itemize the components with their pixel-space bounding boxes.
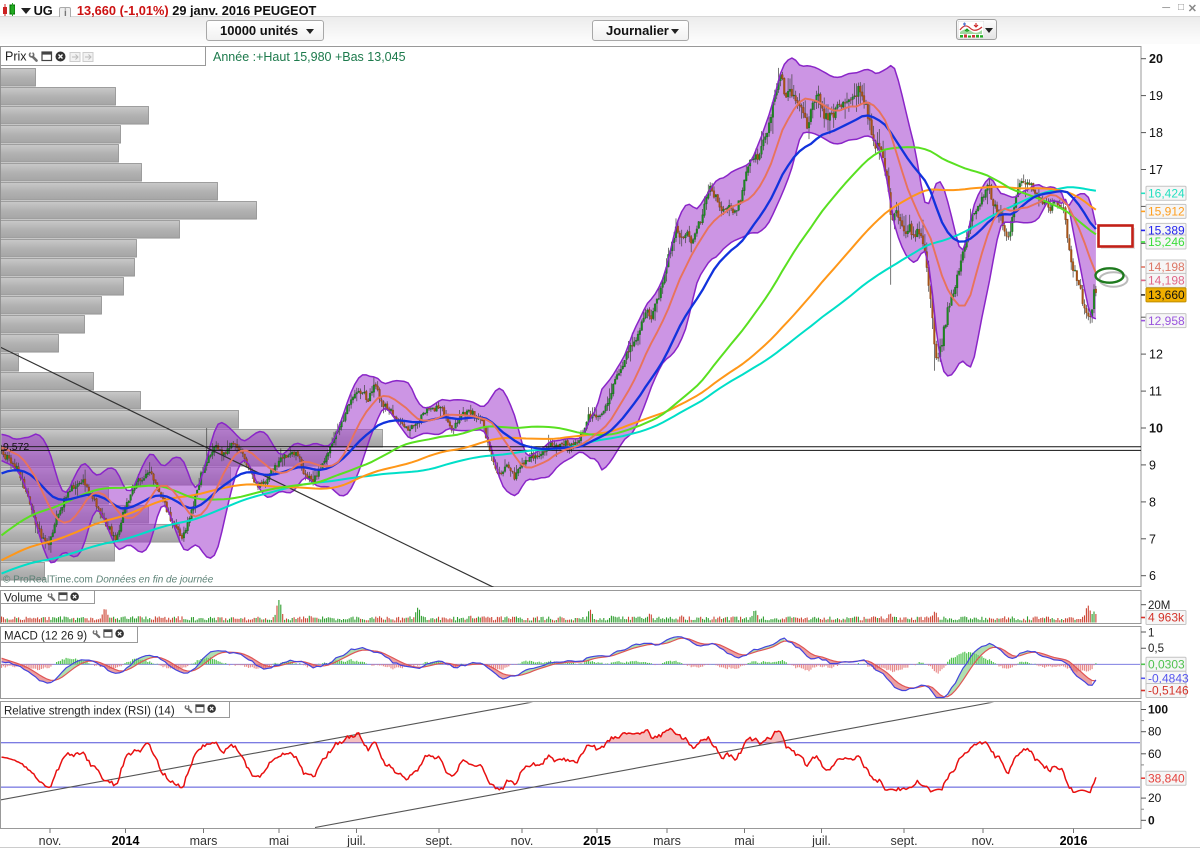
- svg-text:8: 8: [1149, 495, 1156, 509]
- svg-text:14,198: 14,198: [1148, 274, 1185, 288]
- svg-text:-0,5146: -0,5146: [1148, 684, 1189, 698]
- svg-text:Année :+Haut 15,980 +Bas 13,04: Année :+Haut 15,980 +Bas 13,045: [213, 50, 406, 64]
- svg-text:4 963k: 4 963k: [1148, 611, 1185, 625]
- svg-text:20: 20: [1149, 52, 1163, 66]
- svg-text:18: 18: [1149, 126, 1163, 140]
- svg-text:juil.: juil.: [811, 834, 831, 848]
- svg-text:mai: mai: [269, 834, 289, 848]
- svg-text:15,912: 15,912: [1148, 205, 1185, 219]
- svg-text:16,424: 16,424: [1148, 187, 1185, 201]
- svg-text:17: 17: [1149, 163, 1163, 177]
- svg-text:12: 12: [1149, 348, 1163, 362]
- svg-text:14,198: 14,198: [1148, 260, 1185, 274]
- svg-text:juil.: juil.: [346, 834, 366, 848]
- svg-text:Volume: Volume: [4, 593, 42, 605]
- svg-text:12,958: 12,958: [1148, 314, 1185, 328]
- svg-text:1: 1: [1148, 628, 1154, 640]
- svg-text:100: 100: [1148, 703, 1168, 717]
- svg-text:2016: 2016: [1060, 834, 1088, 848]
- svg-text:9,572: 9,572: [3, 441, 29, 453]
- svg-text:10: 10: [1149, 422, 1163, 436]
- svg-text:nov.: nov.: [511, 834, 534, 848]
- svg-text:13,660: 13,660: [1148, 288, 1185, 302]
- svg-text:0,5: 0,5: [1148, 643, 1164, 655]
- svg-text:60: 60: [1148, 747, 1162, 761]
- svg-text:© ProRealTime.com: © ProRealTime.com: [3, 575, 93, 586]
- svg-text:0: 0: [1148, 813, 1155, 827]
- svg-text:nov.: nov.: [972, 834, 995, 848]
- svg-text:2015: 2015: [583, 834, 611, 848]
- svg-text:0,0303: 0,0303: [1148, 658, 1185, 672]
- svg-text:nov.: nov.: [39, 834, 62, 848]
- svg-text:9: 9: [1149, 458, 1156, 472]
- svg-text:Relative strength index (RSI): Relative strength index (RSI) (14): [4, 706, 175, 718]
- svg-text:6: 6: [1149, 569, 1156, 583]
- svg-text:7: 7: [1149, 532, 1156, 546]
- svg-text:sept.: sept.: [425, 834, 452, 848]
- svg-text:2014: 2014: [112, 834, 140, 848]
- svg-text:mars: mars: [653, 834, 681, 848]
- svg-text:80: 80: [1148, 725, 1162, 739]
- svg-text:11: 11: [1149, 385, 1162, 399]
- svg-text:mai: mai: [734, 834, 754, 848]
- svg-text:19: 19: [1149, 89, 1163, 103]
- svg-text:15,246: 15,246: [1148, 235, 1185, 249]
- svg-text:sept.: sept.: [890, 834, 917, 848]
- svg-text:20: 20: [1148, 791, 1162, 805]
- svg-text:38,840: 38,840: [1148, 771, 1185, 785]
- svg-text:MACD (12 26 9): MACD (12 26 9): [4, 631, 87, 643]
- svg-text:Prix: Prix: [5, 50, 27, 64]
- svg-text:mars: mars: [190, 834, 218, 848]
- svg-text:Données en fin de journée: Données en fin de journée: [96, 575, 214, 586]
